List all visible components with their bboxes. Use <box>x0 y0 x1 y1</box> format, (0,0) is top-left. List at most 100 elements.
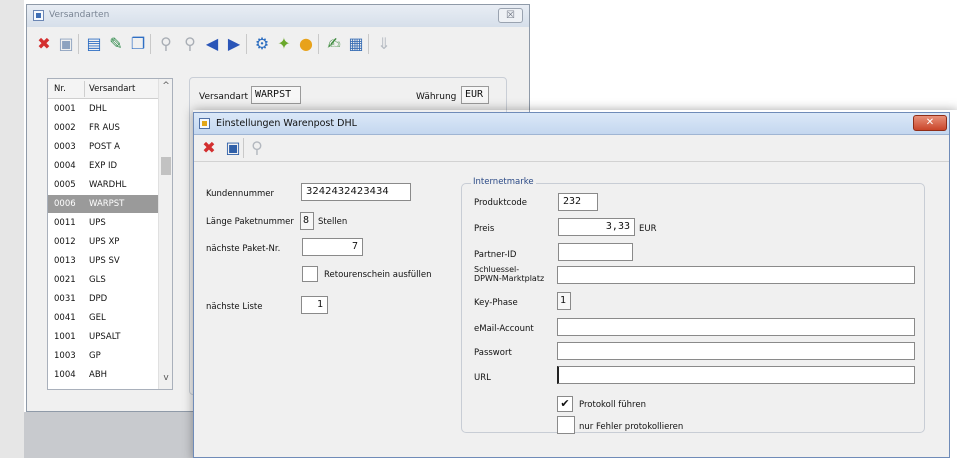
row-versandart: ABH <box>89 370 108 380</box>
settings-icon[interactable]: ⚙ <box>251 33 273 55</box>
schluessel-field[interactable] <box>557 266 915 284</box>
table-row[interactable]: 1004 ABH <box>48 366 158 384</box>
naechste-paket-nr-field[interactable]: 7 <box>302 238 363 256</box>
scroll-thumb[interactable] <box>161 157 171 175</box>
row-versandart: DPD <box>89 294 108 304</box>
row-versandart: UPS <box>89 218 106 228</box>
waehrung-field[interactable]: EUR <box>461 86 489 104</box>
table-row[interactable]: 0013 UPS SV <box>48 252 158 270</box>
save-icon[interactable]: ▣ <box>222 137 244 159</box>
toolbar-separator <box>78 34 79 54</box>
dialog-close-button[interactable]: ✕ <box>913 115 947 131</box>
filter-icon[interactable]: ⚲ <box>155 33 177 55</box>
protokoll-checkbox[interactable]: ✔ <box>557 396 573 412</box>
preis-field[interactable]: 3,33 <box>558 218 635 236</box>
row-versandart: GLS <box>89 275 106 285</box>
versandart-field[interactable]: WARPST <box>251 86 301 104</box>
dialog-app-icon <box>199 118 210 129</box>
delete-icon[interactable]: ✖ <box>198 137 220 159</box>
laenge-paketnummer-field[interactable]: 8 <box>300 212 314 230</box>
protokoll-label: Protokoll führen <box>579 400 646 410</box>
row-versandart: WARPST <box>89 199 125 209</box>
table-row[interactable]: 0012 UPS XP <box>48 233 158 251</box>
partner-id-field[interactable] <box>558 243 633 261</box>
key-phase-field[interactable]: 1 <box>557 292 571 310</box>
preis-label: Preis <box>474 224 495 234</box>
table-row[interactable]: 1001 UPSALT <box>48 328 158 346</box>
table-row[interactable]: 0031 DPD <box>48 290 158 308</box>
row-nr: 0012 <box>54 237 76 247</box>
last-icon[interactable]: ▶ <box>223 33 245 55</box>
row-nr: 0031 <box>54 294 76 304</box>
table-row[interactable]: 1003 GP <box>48 347 158 365</box>
schluessel-label-line1: Schluessel- <box>474 265 520 274</box>
produktcode-field[interactable]: 232 <box>558 193 598 211</box>
internetmarke-group-title: Internetmarke <box>471 177 536 187</box>
column-divider[interactable] <box>84 81 85 97</box>
retourenschein-checkbox[interactable] <box>302 266 318 282</box>
scroll-up-icon[interactable]: ^ <box>159 81 173 95</box>
url-field[interactable] <box>557 366 915 384</box>
email-account-label: eMail-Account <box>474 324 534 334</box>
kundennummer-field[interactable]: 3242432423434 <box>301 183 411 201</box>
toolbar-separator <box>150 34 151 54</box>
scroll-down-icon[interactable]: v <box>159 373 173 387</box>
row-versandart: EXP ID <box>89 161 118 171</box>
window-icon[interactable]: ❐ <box>127 33 149 55</box>
fehler-checkbox[interactable] <box>557 416 575 434</box>
row-versandart: UPS XP <box>89 237 120 247</box>
row-versandart: UPSALT <box>89 332 121 342</box>
table-row[interactable]: 0006 WARPST <box>48 195 158 213</box>
save-icon[interactable]: ▣ <box>55 33 77 55</box>
table-row[interactable]: 0001 DHL <box>48 100 158 118</box>
edit-icon[interactable]: ✎ <box>105 33 127 55</box>
document-icon[interactable]: ▦ <box>345 33 367 55</box>
row-nr: 0041 <box>54 313 76 323</box>
partner-id-label: Partner-ID <box>474 250 517 260</box>
currency-icon[interactable]: ● <box>295 33 317 55</box>
naechste-paket-nr-label: nächste Paket-Nr. <box>206 244 281 254</box>
kundennummer-label: Kundennummer <box>206 189 274 199</box>
einstellungen-dialog: Einstellungen Warenpost DHL ✕ ✖ ▣ ⚲ Kunden… <box>193 112 950 458</box>
versandart-list[interactable]: Nr. Versandart ^ v 0001 DHL 0002 FR AUS 0003… <box>47 78 173 390</box>
column-header-nr[interactable]: Nr. <box>54 84 66 94</box>
retourenschein-label: Retourenschein ausfüllen <box>324 270 432 280</box>
row-nr: 0004 <box>54 161 76 171</box>
download-icon[interactable]: ⇓ <box>373 33 395 55</box>
table-row[interactable]: 0003 POST A <box>48 138 158 156</box>
table-row[interactable]: 0041 GEL <box>48 309 158 327</box>
table-row[interactable]: 0004 EXP ID <box>48 157 158 175</box>
table-row[interactable]: 0005 WARDHL <box>48 176 158 194</box>
delete-icon[interactable]: ✖ <box>33 33 55 55</box>
row-versandart: POST A <box>89 142 120 152</box>
naechste-liste-field[interactable]: 1 <box>301 296 328 314</box>
first-icon[interactable]: ◀ <box>201 33 223 55</box>
desktop-right <box>528 0 957 106</box>
schluessel-label-line2: DPWN-Marktplatz <box>474 274 545 283</box>
search-icon[interactable]: ⚲ <box>246 137 268 159</box>
tools-icon[interactable]: ✦ <box>273 33 295 55</box>
dialog-title: Einstellungen Warenpost DHL <box>216 118 357 129</box>
email-account-field[interactable] <box>557 318 915 336</box>
row-nr: 0003 <box>54 142 76 152</box>
new-icon[interactable]: ▤ <box>83 33 105 55</box>
dialog-toolbar: ✖ ▣ ⚲ <box>194 136 949 162</box>
table-row[interactable]: 0011 UPS <box>48 214 158 232</box>
dialog-titlebar[interactable]: Einstellungen Warenpost DHL ✕ <box>194 113 949 135</box>
preis-unit-label: EUR <box>639 224 657 234</box>
column-header-versandart[interactable]: Versandart <box>89 84 135 94</box>
list-scrollbar[interactable]: ^ v <box>158 79 172 389</box>
row-nr: 0006 <box>54 199 76 209</box>
passwort-field[interactable] <box>557 342 915 360</box>
naechste-liste-label: nächste Liste <box>206 302 263 312</box>
window-close-button[interactable]: ☒ <box>498 8 523 23</box>
search-icon[interactable]: ⚲ <box>179 33 201 55</box>
row-versandart: GP <box>89 351 101 361</box>
row-nr: 0021 <box>54 275 76 285</box>
window-titlebar[interactable]: Versandarten ☒ <box>27 5 529 27</box>
toolbar-separator <box>368 34 369 54</box>
row-versandart: GEL <box>89 313 106 323</box>
table-row[interactable]: 0021 GLS <box>48 271 158 289</box>
table-row[interactable]: 0002 FR AUS <box>48 119 158 137</box>
notes-icon[interactable]: ✍ <box>323 33 345 55</box>
